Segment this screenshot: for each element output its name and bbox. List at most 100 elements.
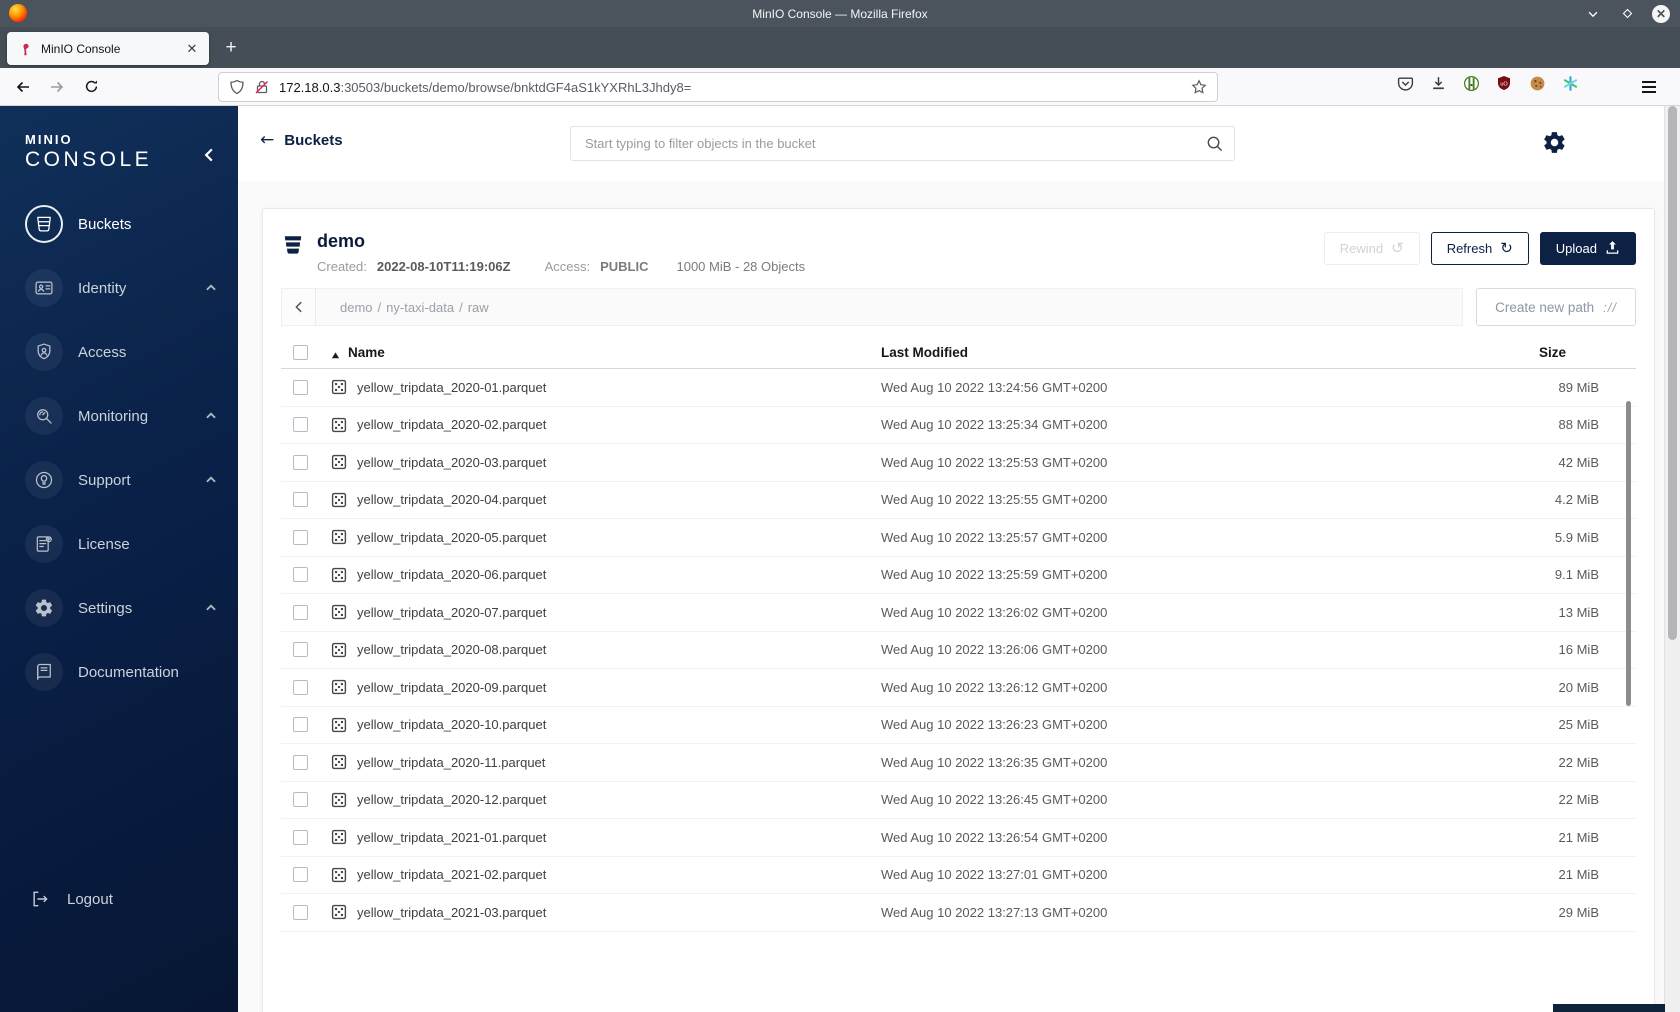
- sidebar-item-label: Settings: [78, 599, 133, 617]
- table-row[interactable]: yellow_tripdata_2020-05.parquet Wed Aug 1…: [281, 519, 1636, 557]
- page-scrollbar[interactable]: [1664, 106, 1680, 1012]
- table-row[interactable]: yellow_tripdata_2020-03.parquet Wed Aug 1…: [281, 444, 1636, 482]
- object-size: 13 MiB: [1558, 604, 1599, 620]
- table-row[interactable]: yellow_tripdata_2020-08.parquet Wed Aug 1…: [281, 632, 1636, 669]
- object-name[interactable]: yellow_tripdata_2021-01.parquet: [357, 830, 546, 845]
- table-row[interactable]: yellow_tripdata_2021-02.parquet Wed Aug 1…: [281, 857, 1636, 894]
- window-close-icon[interactable]: ✕: [1652, 4, 1670, 23]
- table-row[interactable]: yellow_tripdata_2020-02.parquet Wed Aug 1…: [281, 407, 1636, 444]
- new-tab-button[interactable]: +: [218, 35, 244, 61]
- table-row[interactable]: yellow_tripdata_2020-12.parquet Wed Aug 1…: [281, 782, 1636, 819]
- table-row[interactable]: yellow_tripdata_2021-01.parquet Wed Aug 1…: [281, 819, 1636, 857]
- select-all-checkbox[interactable]: [293, 344, 308, 360]
- search-input[interactable]: [570, 126, 1235, 161]
- url-bar[interactable]: 172.18.0.3:30503/buckets/demo/browse/bnk…: [218, 72, 1218, 102]
- row-checkbox[interactable]: [293, 567, 308, 583]
- row-checkbox[interactable]: [293, 904, 308, 920]
- row-checkbox[interactable]: [293, 604, 308, 620]
- row-checkbox[interactable]: [293, 679, 308, 695]
- table-row[interactable]: yellow_tripdata_2020-06.parquet Wed Aug 1…: [281, 557, 1636, 594]
- object-name[interactable]: yellow_tripdata_2021-02.parquet: [357, 867, 546, 882]
- asterisk-extension-icon[interactable]: [1560, 73, 1580, 93]
- object-name[interactable]: yellow_tripdata_2020-02.parquet: [357, 417, 546, 432]
- bookmark-star-icon[interactable]: [1191, 79, 1207, 95]
- object-name[interactable]: yellow_tripdata_2020-09.parquet: [357, 680, 546, 695]
- table-row[interactable]: yellow_tripdata_2021-03.parquet Wed Aug 1…: [281, 894, 1636, 932]
- rewind-button[interactable]: Rewind ↺: [1323, 232, 1420, 265]
- object-name[interactable]: yellow_tripdata_2020-10.parquet: [357, 717, 546, 732]
- window-maximize-icon[interactable]: [1618, 5, 1636, 23]
- reload-icon[interactable]: [76, 73, 106, 101]
- hamburger-menu-icon[interactable]: [1636, 75, 1662, 99]
- page-scrollbar-thumb[interactable]: [1668, 106, 1677, 640]
- sidebar-item-license[interactable]: License: [25, 524, 224, 564]
- shield-icon[interactable]: [229, 79, 245, 95]
- sidebar-collapse-icon[interactable]: [200, 146, 218, 164]
- table-row[interactable]: yellow_tripdata_2020-07.parquet Wed Aug 1…: [281, 594, 1636, 632]
- sidebar-item-settings[interactable]: Settings: [25, 588, 224, 628]
- back-to-buckets-button[interactable]: ← Buckets: [260, 132, 343, 150]
- url-text[interactable]: 172.18.0.3:30503/buckets/demo/browse/bnk…: [279, 80, 1183, 95]
- upload-button[interactable]: Upload: [1539, 232, 1636, 265]
- tab-close-icon[interactable]: ✕: [183, 40, 201, 58]
- tab-minio-console[interactable]: MinIO Console ✕: [7, 32, 209, 65]
- sidebar-item-documentation[interactable]: Documentation: [25, 652, 224, 692]
- table-row[interactable]: yellow_tripdata_2020-11.parquet Wed Aug 1…: [281, 744, 1636, 782]
- table-row[interactable]: yellow_tripdata_2020-01.parquet Wed Aug 1…: [281, 369, 1636, 407]
- object-name[interactable]: yellow_tripdata_2020-07.parquet: [357, 605, 546, 620]
- chevron-up-icon[interactable]: [204, 281, 218, 295]
- forward-icon[interactable]: [42, 73, 72, 101]
- breadcrumb-segment[interactable]: raw: [468, 300, 489, 315]
- row-checkbox[interactable]: [293, 417, 308, 433]
- table-row[interactable]: yellow_tripdata_2020-10.parquet Wed Aug 1…: [281, 707, 1636, 744]
- settings-gear-icon[interactable]: [1540, 128, 1568, 156]
- ublock-origin-icon[interactable]: uO: [1494, 73, 1514, 93]
- object-name[interactable]: yellow_tripdata_2020-08.parquet: [357, 642, 546, 657]
- sidebar-item-logout[interactable]: Logout: [25, 880, 113, 918]
- downloads-icon[interactable]: [1428, 73, 1448, 93]
- row-checkbox[interactable]: [293, 454, 308, 470]
- table-row[interactable]: yellow_tripdata_2020-04.parquet Wed Aug 1…: [281, 482, 1636, 519]
- sidebar-item-buckets[interactable]: Buckets: [25, 204, 224, 244]
- object-name[interactable]: yellow_tripdata_2020-11.parquet: [357, 755, 545, 770]
- insecure-lock-icon[interactable]: [254, 79, 270, 95]
- object-name[interactable]: yellow_tripdata_2020-03.parquet: [357, 455, 546, 470]
- row-checkbox[interactable]: [293, 717, 308, 733]
- object-name[interactable]: yellow_tripdata_2020-12.parquet: [357, 792, 546, 807]
- column-header-name[interactable]: Name: [331, 345, 881, 360]
- object-name[interactable]: yellow_tripdata_2020-06.parquet: [357, 567, 546, 582]
- object-name[interactable]: yellow_tripdata_2020-01.parquet: [357, 380, 546, 395]
- pocket-icon[interactable]: [1395, 73, 1415, 93]
- chevron-up-icon[interactable]: [204, 473, 218, 487]
- access-label: Access:: [544, 259, 591, 274]
- row-checkbox[interactable]: [293, 492, 308, 508]
- privacy-badger-icon[interactable]: [1461, 73, 1481, 93]
- breadcrumb-back-icon[interactable]: [282, 289, 316, 325]
- row-checkbox[interactable]: [293, 529, 308, 545]
- sidebar-item-monitoring[interactable]: Monitoring: [25, 396, 224, 436]
- row-checkbox[interactable]: [293, 867, 308, 883]
- sidebar-item-access[interactable]: Access: [25, 332, 224, 372]
- back-icon[interactable]: [8, 73, 38, 101]
- breadcrumb-segment[interactable]: ny-taxi-data: [386, 300, 454, 315]
- refresh-button[interactable]: Refresh ↻: [1430, 232, 1529, 265]
- row-checkbox[interactable]: [293, 379, 308, 395]
- cookie-icon[interactable]: [1527, 73, 1547, 93]
- row-checkbox[interactable]: [293, 754, 308, 770]
- object-name[interactable]: yellow_tripdata_2020-05.parquet: [357, 530, 546, 545]
- chevron-up-icon[interactable]: [204, 601, 218, 615]
- chevron-up-icon[interactable]: [204, 409, 218, 423]
- row-checkbox[interactable]: [293, 642, 308, 658]
- table-row[interactable]: yellow_tripdata_2020-09.parquet Wed Aug 1…: [281, 669, 1636, 707]
- row-checkbox[interactable]: [293, 829, 308, 845]
- object-file-icon: [331, 754, 347, 770]
- object-name[interactable]: yellow_tripdata_2021-03.parquet: [357, 905, 546, 920]
- breadcrumb-segment[interactable]: demo: [340, 300, 373, 315]
- create-new-path-button[interactable]: Create new path ://: [1476, 288, 1636, 326]
- row-checkbox[interactable]: [293, 792, 308, 808]
- table-scrollbar[interactable]: [1626, 401, 1631, 706]
- sidebar-item-support[interactable]: Support: [25, 460, 224, 500]
- sidebar-item-identity[interactable]: Identity: [25, 268, 224, 308]
- window-minimize-icon[interactable]: [1584, 5, 1602, 23]
- object-name[interactable]: yellow_tripdata_2020-04.parquet: [357, 492, 546, 507]
